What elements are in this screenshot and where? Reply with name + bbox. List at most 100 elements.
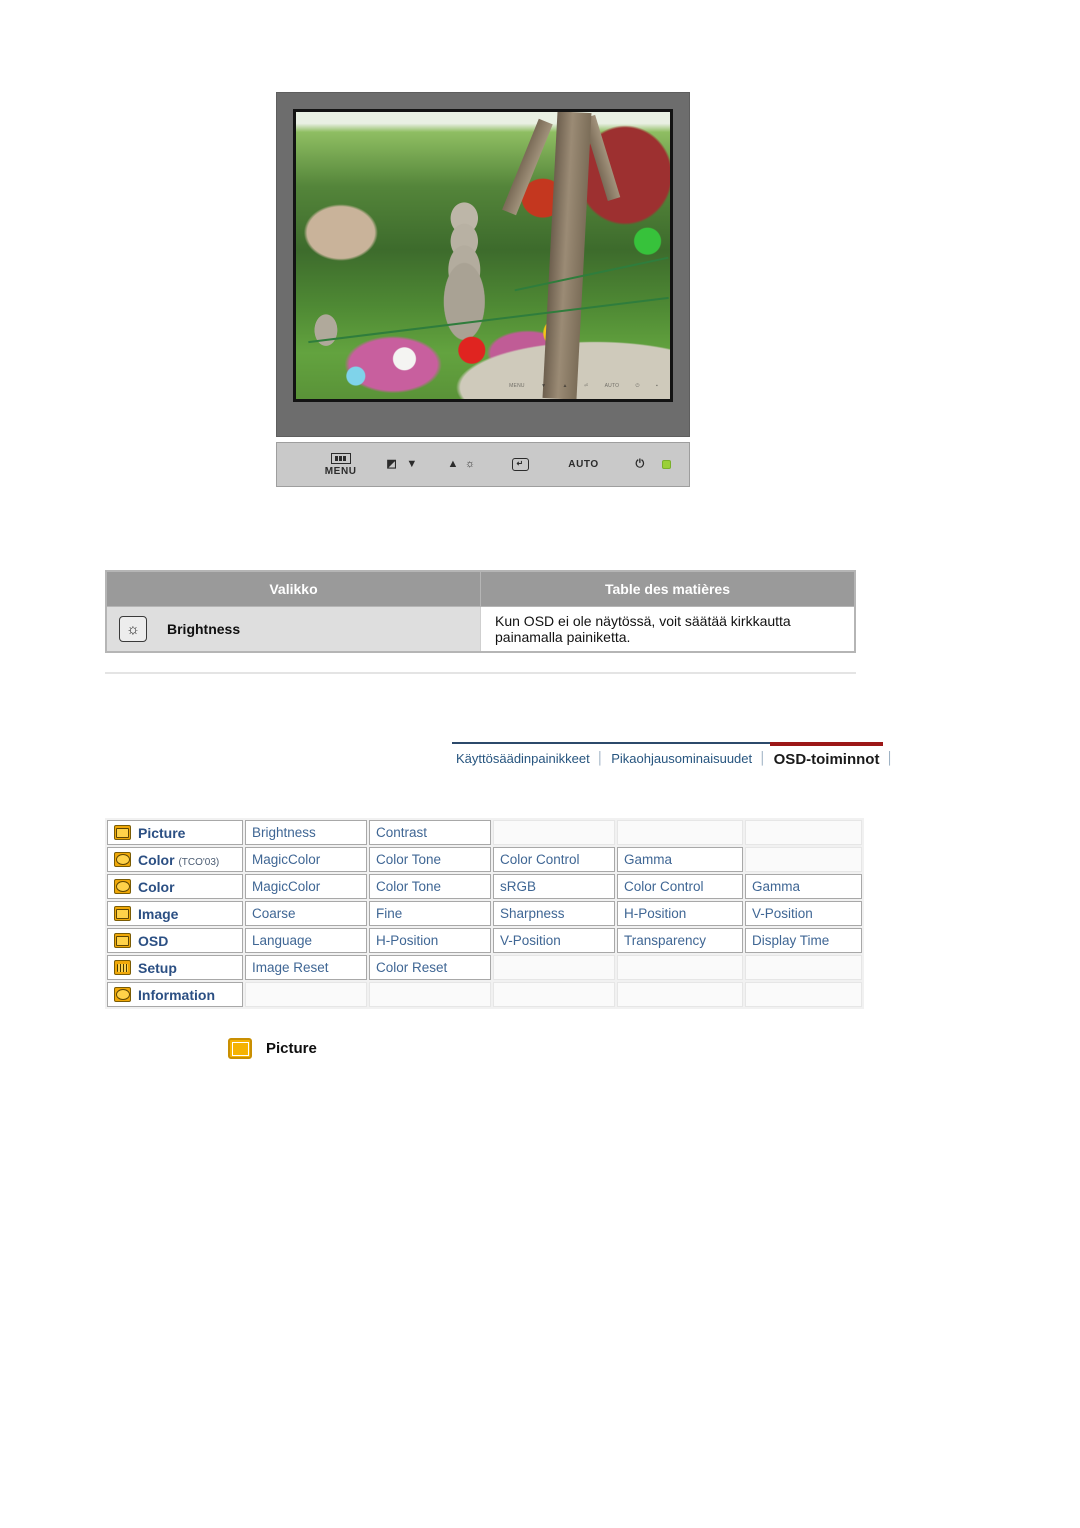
osd-item-empty: [493, 982, 615, 1007]
picture-icon: [228, 1038, 252, 1059]
column-header-description: Table des matières: [480, 570, 856, 607]
osd-category-label: Image: [138, 905, 179, 922]
picture-icon: [114, 825, 131, 840]
osd-item-empty: [369, 982, 491, 1007]
osd-item[interactable]: Gamma: [617, 847, 743, 872]
osd-category-label: Picture: [138, 824, 186, 841]
menu-bars-icon: [330, 452, 351, 464]
enter-icon: ↵: [511, 458, 529, 471]
down-arrow-icon[interactable]: ▼: [406, 459, 418, 470]
osd-item[interactable]: MagicColor: [245, 847, 367, 872]
auto-button-label: AUTO: [568, 459, 599, 470]
menu-button-label: MENU: [324, 465, 357, 477]
osd-item[interactable]: V-Position: [493, 928, 615, 953]
osd-item[interactable]: Color Tone: [369, 874, 491, 899]
osd-category-setup[interactable]: Setup: [107, 955, 243, 980]
menu-button[interactable]: MENU: [309, 452, 372, 477]
monitor-illustration: MENU ▼ ▲ ⏎ AUTO ⏻ ▪ MENU ◩ ▼ ▲ ☼ ↵ AUTO …: [276, 92, 690, 487]
osd-item[interactable]: Brightness: [245, 820, 367, 845]
table-row: OSD Language H-Position V-Position Trans…: [107, 928, 862, 953]
osd-item-empty: [493, 820, 615, 845]
inline-auto-label: AUTO: [604, 383, 620, 389]
breadcrumb-separator: │: [886, 751, 894, 765]
breadcrumb-item-osd-toiminnot[interactable]: OSD-toiminnot: [769, 742, 884, 770]
image-icon: [114, 906, 131, 921]
breadcrumb: Käyttösäädinpainikkeet │ Pikaohjausomina…: [452, 742, 894, 770]
osd-item[interactable]: H-Position: [369, 928, 491, 953]
brightness-icon: ☼: [119, 616, 147, 642]
table-row: Setup Image Reset Color Reset: [107, 955, 862, 980]
osd-item[interactable]: Color Control: [493, 847, 615, 872]
osd-item-empty: [617, 820, 743, 845]
osd-item-empty: [745, 820, 862, 845]
osd-item-empty: [245, 982, 367, 1007]
osd-item[interactable]: sRGB: [493, 874, 615, 899]
monitor-inline-control-row: MENU ▼ ▲ ⏎ AUTO ⏻ ▪: [509, 379, 658, 393]
breadcrumb-separator: │: [756, 742, 770, 767]
osd-item[interactable]: Image Reset: [245, 955, 367, 980]
color-icon: [114, 852, 131, 867]
column-header-menu: Valikko: [105, 570, 481, 607]
osd-item[interactable]: MagicColor: [245, 874, 367, 899]
brightness-icon[interactable]: ☼: [465, 459, 476, 470]
inline-up-icon: ▲: [562, 383, 568, 389]
menu-item-label: Brightness: [167, 621, 241, 637]
osd-category-color[interactable]: Color: [107, 874, 243, 899]
osd-item[interactable]: Gamma: [745, 874, 862, 899]
page-title: Picture: [266, 1040, 317, 1057]
inline-down-icon: ▼: [541, 383, 547, 389]
power-button[interactable]: ⏻: [618, 459, 662, 470]
osd-item[interactable]: Contrast: [369, 820, 491, 845]
picture-section-heading: Picture: [228, 1038, 317, 1059]
osd-item-empty: [617, 982, 743, 1007]
osd-category-information[interactable]: Information: [107, 982, 243, 1007]
osd-item[interactable]: Display Time: [745, 928, 862, 953]
monitor-screen: MENU ▼ ▲ ⏎ AUTO ⏻ ▪: [293, 109, 673, 402]
table-row: ☼ Brightness Kun OSD ei ole näytössä, vo…: [105, 606, 856, 653]
tree-branch-icon: [502, 118, 554, 215]
osd-item[interactable]: Color Control: [617, 874, 743, 899]
menu-summary-table: Valikko Table des matières ☼ Brightness …: [105, 570, 856, 653]
osd-item[interactable]: Color Reset: [369, 955, 491, 980]
enter-button[interactable]: ↵: [491, 458, 549, 471]
osd-item-empty: [617, 955, 743, 980]
breadcrumb-item-pikaohjausominaisuudet[interactable]: Pikaohjausominaisuudet: [607, 742, 757, 768]
breadcrumb-item-kayttosaadinpainikkeet[interactable]: Käyttösäädinpainikkeet: [452, 742, 594, 768]
auto-button[interactable]: AUTO: [549, 459, 618, 470]
up-brightness-buttons[interactable]: ▲ ☼: [432, 459, 492, 470]
inline-enter-icon: ⏎: [583, 383, 589, 389]
up-arrow-icon[interactable]: ▲: [448, 459, 460, 470]
menu-cell: ☼ Brightness: [105, 606, 481, 653]
osd-category-label: Color: [138, 878, 175, 895]
osd-category-osd[interactable]: OSD: [107, 928, 243, 953]
color-icon: [114, 879, 131, 894]
setup-icon: [114, 960, 131, 975]
garland-line: [514, 256, 669, 292]
osd-item[interactable]: Language: [245, 928, 367, 953]
osd-item[interactable]: Coarse: [245, 901, 367, 926]
osd-category-image[interactable]: Image: [107, 901, 243, 926]
osd-category-label: Information: [138, 986, 215, 1003]
garden-photo: [296, 112, 670, 399]
source-icon[interactable]: ◩: [386, 459, 397, 470]
osd-item[interactable]: V-Position: [745, 901, 862, 926]
table-row: Information: [107, 982, 862, 1007]
inline-menu-label: MENU: [509, 383, 525, 389]
power-led-indicator: [662, 460, 671, 469]
power-icon: ⏻: [635, 458, 645, 470]
osd-item[interactable]: Fine: [369, 901, 491, 926]
osd-icon: [114, 933, 131, 948]
osd-item[interactable]: Sharpness: [493, 901, 615, 926]
osd-category-suffix: (TCO'03): [178, 856, 220, 868]
osd-item[interactable]: Color Tone: [369, 847, 491, 872]
osd-item[interactable]: Transparency: [617, 928, 743, 953]
osd-category-color-tco03[interactable]: Color (TCO'03): [107, 847, 243, 872]
osd-functions-table: Picture Brightness Contrast Color (TCO'0…: [105, 818, 864, 1009]
table-row: Color MagicColor Color Tone sRGB Color C…: [107, 874, 862, 899]
osd-item[interactable]: H-Position: [617, 901, 743, 926]
osd-category-picture[interactable]: Picture: [107, 820, 243, 845]
source-down-buttons[interactable]: ◩ ▼: [372, 459, 432, 470]
tree-trunk-icon: [542, 112, 592, 399]
table-row: Image Coarse Fine Sharpness H-Position V…: [107, 901, 862, 926]
inline-led-icon: ▪: [655, 383, 658, 389]
